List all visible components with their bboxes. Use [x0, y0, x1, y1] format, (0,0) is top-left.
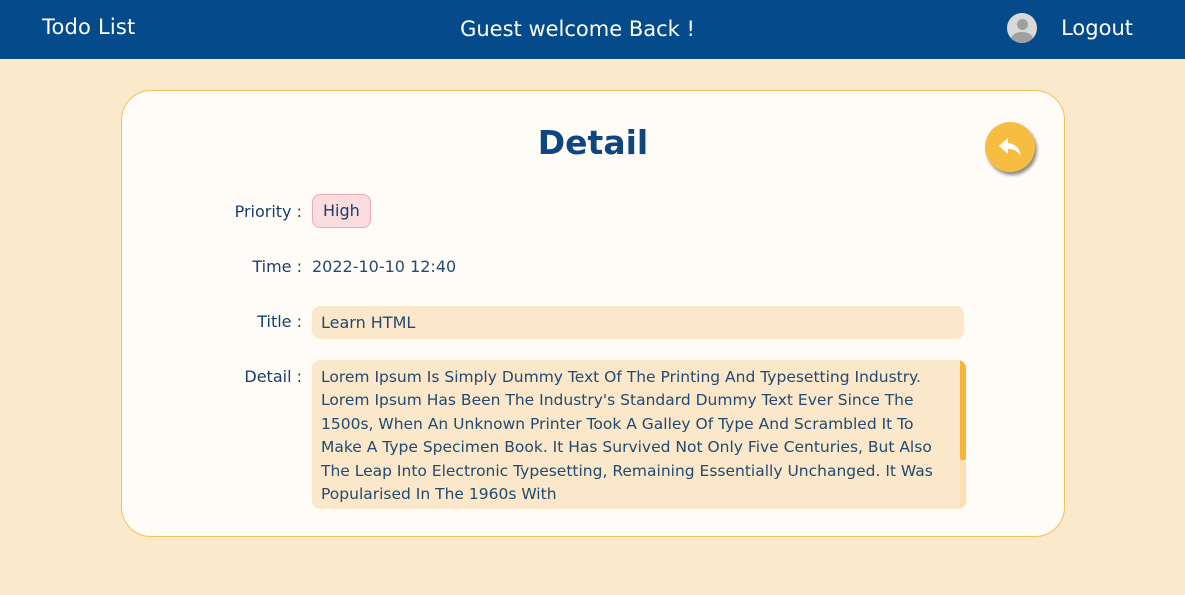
detail-card: Detail Priority : High Time : 2022-10-10… [121, 90, 1065, 537]
welcome-message: Guest welcome Back ! [460, 17, 695, 41]
page-title: Detail [537, 123, 649, 162]
title-field: Learn HTML [312, 306, 964, 339]
user-avatar-icon[interactable] [1007, 13, 1038, 43]
title-label: Title : [257, 312, 302, 331]
time-value: 2022-10-10 12:40 [312, 257, 457, 276]
scrollbar-thumb[interactable] [960, 360, 966, 460]
detail-scrollbar[interactable] [960, 360, 966, 509]
logout-button[interactable]: Logout [1061, 16, 1133, 40]
back-button[interactable] [985, 122, 1035, 172]
priority-badge: High [312, 194, 371, 228]
detail-textarea[interactable]: Lorem Ipsum Is Simply Dummy Text Of The … [312, 360, 966, 509]
detail-label: Detail : [244, 367, 302, 386]
user-area: Logout [1007, 13, 1133, 43]
priority-label: Priority : [234, 202, 302, 221]
detail-text: Lorem Ipsum Is Simply Dummy Text Of The … [321, 368, 933, 504]
reply-arrow-icon [999, 138, 1021, 156]
top-navbar: Todo List Guest welcome Back ! Logout [0, 0, 1185, 59]
time-label: Time : [252, 257, 302, 276]
